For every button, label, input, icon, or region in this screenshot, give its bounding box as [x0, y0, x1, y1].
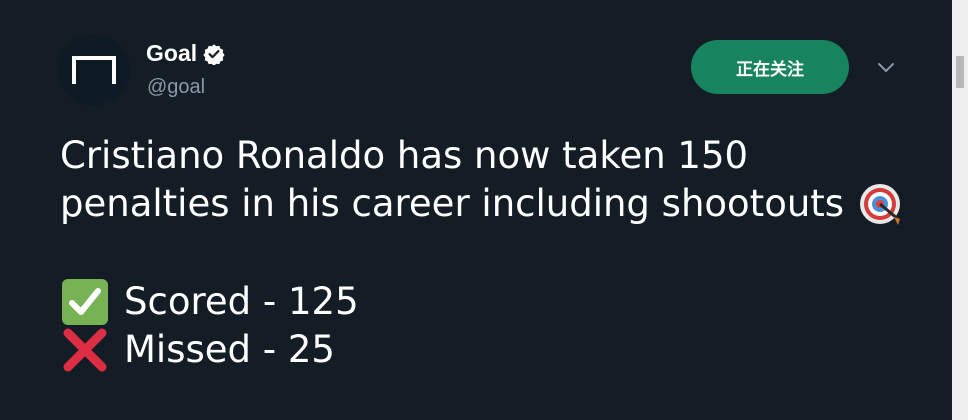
verified-badge-icon — [203, 43, 225, 65]
tweet-line-text: penalties in his career including shooto… — [60, 182, 845, 225]
tweet-text: Cristiano Ronaldo has now taken 150 pena… — [60, 132, 940, 374]
tweet-line: Cristiano Ronaldo has now taken 150 — [60, 132, 940, 180]
following-button[interactable]: 正在关注 — [691, 40, 849, 94]
scored-text: Scored - 125 — [124, 280, 359, 323]
tweet-line: penalties in his career including shooto… — [60, 180, 940, 228]
cross-mark-icon — [63, 328, 107, 372]
avatar[interactable] — [58, 34, 130, 106]
chevron-down-icon[interactable] — [874, 58, 898, 78]
author-display-name[interactable]: Goal — [146, 40, 197, 67]
tweet-card: Goal @goal 正在关注 Cristiano Ronaldo has no… — [0, 0, 952, 420]
direct-hit-target-icon — [860, 184, 901, 225]
check-mark-button-icon — [62, 279, 108, 325]
author-name-row: Goal — [146, 40, 225, 67]
missed-text: Missed - 25 — [124, 328, 335, 371]
author-handle[interactable]: @goal — [147, 76, 205, 99]
tweet-line: Scored - 125 — [60, 278, 940, 326]
tweet-line: Missed - 25 — [60, 326, 940, 374]
tweet-line-text: Cristiano Ronaldo has now taken 150 — [60, 134, 749, 177]
scrollbar-thumb[interactable] — [956, 56, 964, 88]
page-scrollbar[interactable] — [952, 0, 968, 420]
goal-logo-icon — [72, 56, 116, 84]
